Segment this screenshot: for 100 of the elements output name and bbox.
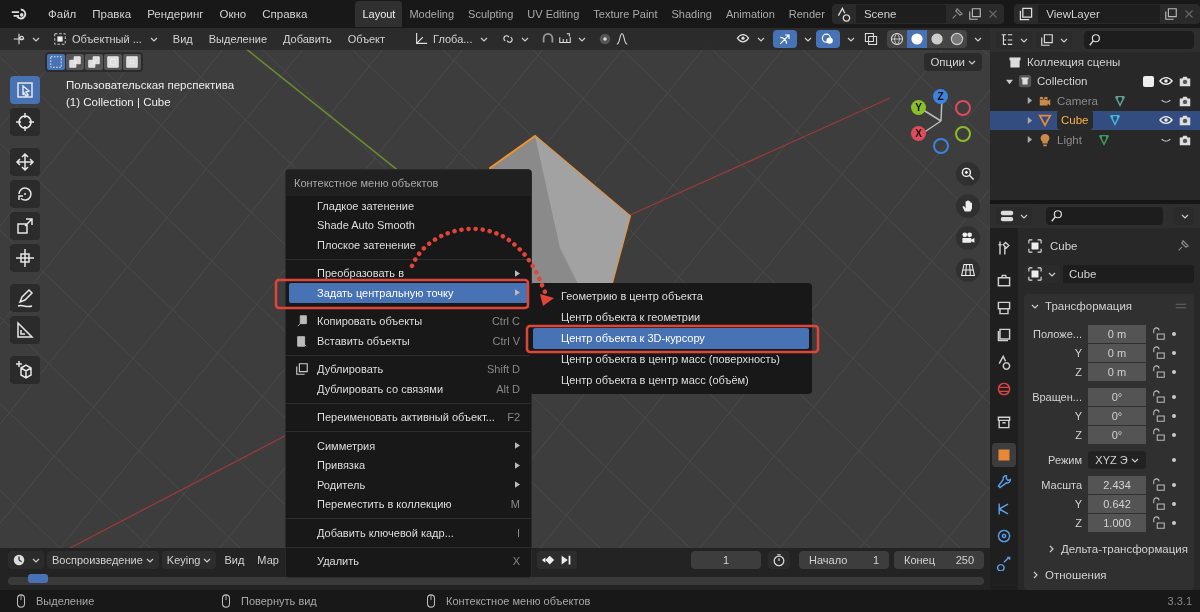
menu-item[interactable]: Вставить объекты Ctrl V [289,331,528,351]
lock-icon[interactable] [1152,477,1166,492]
current-frame-field[interactable]: 1 [691,551,761,570]
lock-icon[interactable] [1152,364,1166,379]
outliner-row[interactable]: Cube [990,110,1200,130]
timeline-menu[interactable]: Мар [252,551,284,570]
workspace-tab[interactable]: Texture Paint [586,1,665,27]
caret-icon[interactable] [804,35,812,43]
tool-button[interactable] [10,244,40,272]
negative-x-axis-button[interactable] [955,100,971,116]
camera-icon[interactable] [1178,74,1192,89]
playhead-handle[interactable] [28,574,48,584]
subpanel-header[interactable]: Дельта-трансформация [1028,536,1192,562]
selection-mode-button[interactable] [47,54,65,70]
workspace-tab[interactable]: Sculpting [461,1,521,27]
menu-item[interactable]: Центр объекта к геометрии [533,307,809,328]
negative-z-axis-button[interactable] [933,138,949,154]
menu-item[interactable]: Задать центральную точку [289,283,528,303]
lock-icon[interactable] [1152,496,1166,511]
copy-icon[interactable] [1164,7,1178,21]
menu-item[interactable]: Центр объекта в центр масс (поверхность) [533,349,809,370]
selection-mode-button[interactable] [104,54,122,70]
menu-item[interactable]: Добавить ключевой кадр... I [289,523,528,543]
tool-button[interactable] [10,356,40,384]
number-field[interactable]: 0 m [1088,343,1146,362]
shading-mode-button[interactable] [907,30,927,48]
tool-button[interactable] [10,148,40,176]
menu-item[interactable]: Копировать объекты Ctrl C [289,311,528,331]
menu-item[interactable]: Плоское затенение [289,235,528,255]
lock-icon[interactable] [1152,427,1166,442]
expand-arrow-icon[interactable] [1026,136,1033,144]
menu-item[interactable]: Переименовать активный объект... F2 [289,407,528,427]
copy-icon[interactable] [968,7,983,21]
rotation-mode-dropdown[interactable]: XYZ Э [1088,450,1146,469]
menu-item[interactable]: Центр объекта в центр масс (объём) [533,370,809,391]
menu-item[interactable]: Удалить X [289,551,528,571]
caret-icon[interactable] [847,35,855,43]
number-field[interactable]: 0° [1088,387,1146,406]
properties-tab[interactable] [992,443,1016,467]
keyframe-dot-icon[interactable] [1172,331,1176,336]
menu-item[interactable]: Центр объекта к 3D-курсору [533,328,809,349]
timeline-menu[interactable]: Keying [161,551,217,570]
workspace-tab[interactable]: Layout [355,1,403,27]
tool-button[interactable] [10,212,40,240]
tool-button[interactable] [10,108,40,136]
expand-arrow-icon[interactable] [1006,77,1013,85]
menu-item[interactable]: Родитель [289,475,528,495]
menu-item[interactable]: Вид [166,33,199,45]
number-field[interactable]: 2.434 [1088,475,1146,494]
keyframe-dot-icon[interactable] [1172,482,1176,487]
keyframe-dot-icon[interactable] [1172,520,1176,525]
keyframe-dot-icon[interactable] [1172,394,1176,399]
lock-icon[interactable] [1152,408,1166,423]
negative-y-axis-button[interactable] [955,126,971,142]
selection-mode-button[interactable] [85,54,103,70]
end-frame-field[interactable]: Конец 250 [894,551,984,570]
menu-item[interactable]: Окно [211,8,255,20]
editor-type-dropdown[interactable] [8,551,44,570]
number-field[interactable]: 0° [1088,406,1146,425]
lock-icon[interactable] [1152,389,1166,404]
stopwatch-button[interactable] [768,551,790,570]
keyframe-dot-icon[interactable] [1172,432,1176,437]
overlays-toggle[interactable] [816,30,840,48]
view-layer-field[interactable]: ViewLayer [1038,5,1160,23]
menu-item[interactable]: Добавить [277,33,338,45]
menu-item[interactable]: Дублировать со связями Alt D [289,379,528,399]
subpanel-header[interactable]: Отношения [1028,562,1192,588]
menu-item[interactable]: Рендеринг [139,8,212,20]
shading-mode-button[interactable] [927,30,947,48]
keyframe-dot-icon[interactable] [1172,457,1176,462]
workspace-tab[interactable]: Animation [718,1,782,27]
tool-button[interactable] [10,284,40,312]
menu-item[interactable]: Объект [341,33,392,45]
keyframe-dot-icon[interactable] [1172,350,1176,355]
number-field[interactable]: 0.642 [1088,494,1146,513]
tool-button[interactable] [10,180,40,208]
images-icon[interactable] [1018,6,1035,22]
menu-item[interactable]: Геометрию в центр объекта [533,286,809,307]
selection-mode-button[interactable] [123,54,141,70]
scene-field[interactable]: Scene [855,5,947,23]
number-field[interactable]: 0° [1088,425,1146,444]
caret-icon[interactable] [974,35,982,43]
pin-icon[interactable] [950,7,965,21]
outliner-row[interactable]: Light [990,130,1200,150]
lock-icon[interactable] [1152,345,1166,360]
mesh-data-icon[interactable] [1107,113,1122,128]
menu-item[interactable]: Выделение [202,33,273,45]
keyframe-dot-icon[interactable] [1172,501,1176,506]
keyframe-dot-icon[interactable] [1172,369,1176,374]
number-field[interactable]: 0 m [1088,362,1146,381]
pin-icon[interactable] [1176,238,1190,253]
checkbox[interactable] [1143,75,1154,87]
menu-item[interactable]: Shade Auto Smooth [289,215,528,235]
workspace-tab[interactable]: Modeling [402,1,462,27]
menu-item[interactable]: Справка [254,8,316,20]
number-field[interactable]: 1.000 [1088,513,1146,532]
start-frame-field[interactable]: Начало 1 [799,551,889,570]
gizmo-toggle[interactable] [773,30,797,48]
workspace-tab[interactable]: Shading [664,1,719,27]
menu-item[interactable]: Правка [84,8,140,20]
